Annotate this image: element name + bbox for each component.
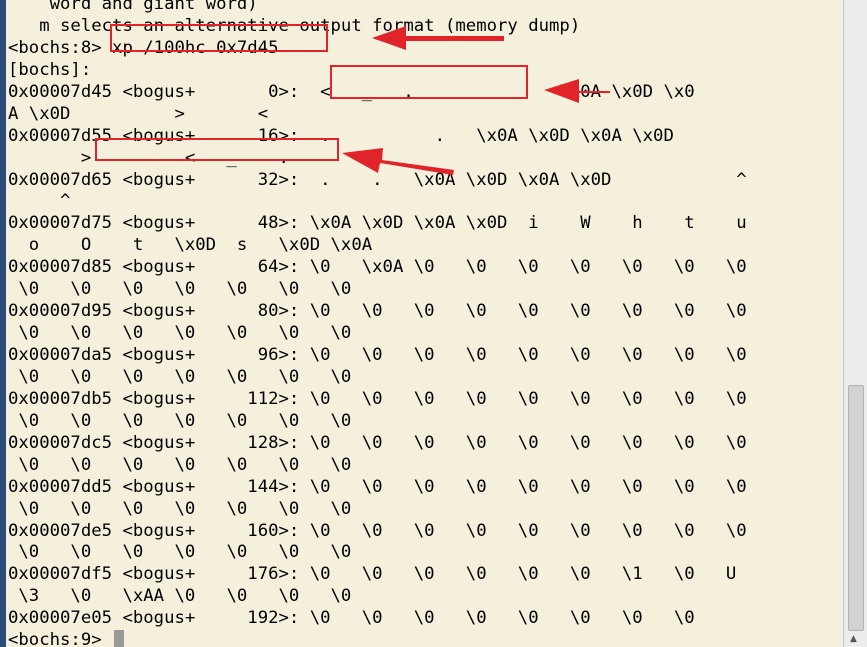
annotation-arrow-row-7d55 [342,148,454,175]
bochs-terminal[interactable]: word and giant word) m selects an altern… [6,0,844,647]
annotation-arrow-row-7d45 [544,79,610,103]
vertical-scrollbar[interactable]: ▲ [843,0,867,647]
annotation-arrows [342,26,610,175]
scrollbar-thumb[interactable] [848,385,864,631]
annotation-arrow-command [372,26,504,50]
scroll-down-arrow-icon[interactable]: ▲ [850,634,857,644]
